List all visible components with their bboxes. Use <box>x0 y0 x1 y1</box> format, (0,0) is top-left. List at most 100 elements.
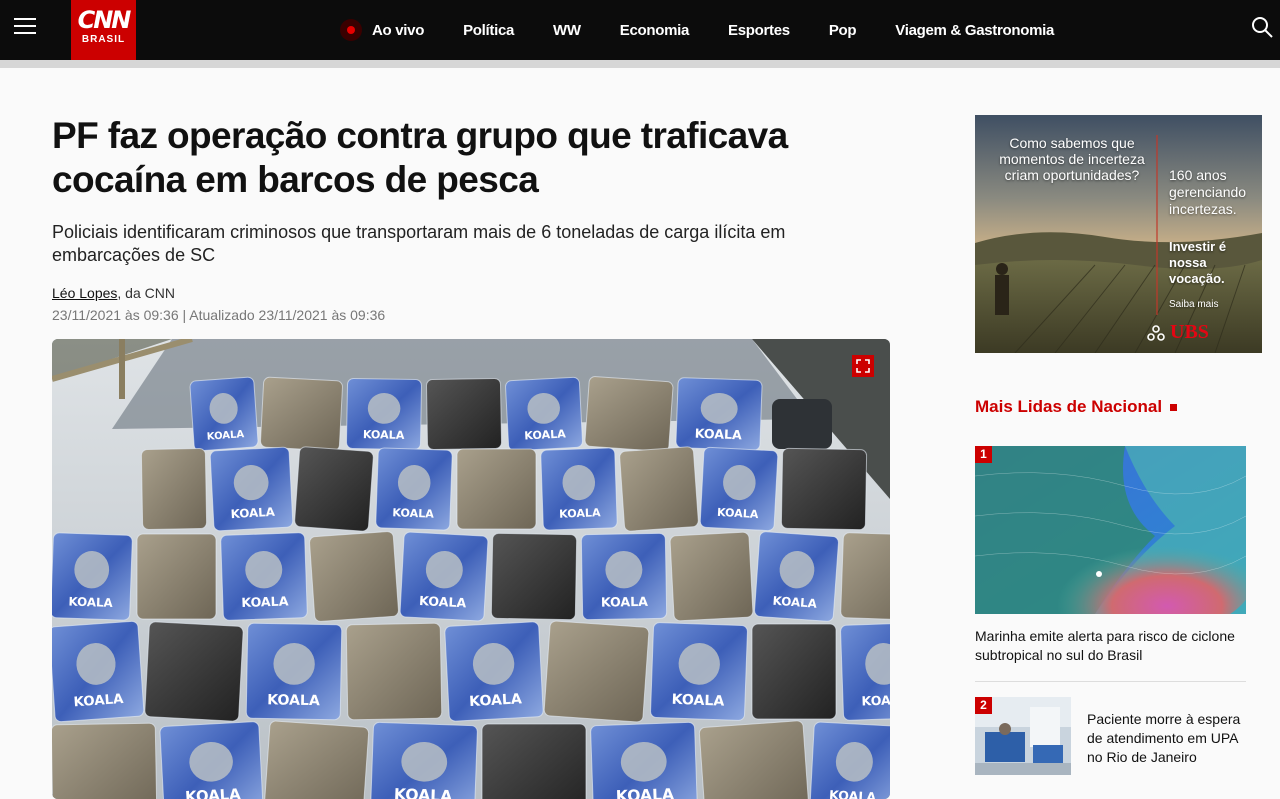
package-label: KOALA <box>601 594 649 610</box>
drug-package: KOALA <box>375 447 453 531</box>
drug-package <box>543 620 650 723</box>
nav-item-viagem-gastronomia[interactable]: Viagem & Gastronomia <box>895 22 1054 39</box>
logo-cnn-text: CNN <box>77 6 132 34</box>
drug-package <box>669 531 754 622</box>
most-read-item-1-title[interactable]: Marinha emite alerta para risco de ciclo… <box>975 627 1255 665</box>
drug-package <box>294 446 374 532</box>
drug-package <box>425 377 503 451</box>
drug-package: KOALA <box>189 376 259 452</box>
drug-package: KOALA <box>505 376 583 452</box>
drug-package: KOALA <box>209 446 294 532</box>
article-dateline: 23/11/2021 às 09:36 | Atualizado 23/11/2… <box>52 307 386 323</box>
drug-package <box>260 376 343 452</box>
expand-fullscreen-icon[interactable] <box>852 355 874 377</box>
article-hero-photo: KOALA KOALA KOALA KOALA KOALA KOALA KOALA KOALA… <box>52 339 890 799</box>
article-headline: PF faz operação contra grupo que trafica… <box>52 115 788 200</box>
drug-package: KOALA <box>675 377 763 451</box>
package-label: KOALA <box>861 692 890 709</box>
drug-package <box>144 621 244 722</box>
drug-packages-layer: KOALA KOALA KOALA KOALA KOALA KOALA KOALA KOALA… <box>52 376 890 799</box>
top-navigation-bar: CNN BRASIL Ao vivo Política WW Economia … <box>0 0 1280 60</box>
ad-slogan: Investir é nossa vocação. <box>1169 239 1227 286</box>
package-label: KOALA <box>524 427 567 442</box>
drug-package <box>456 448 537 530</box>
drug-package: KOALA <box>650 622 748 721</box>
main-nav: Ao vivo Política WW Economia Esportes Po… <box>340 0 1093 60</box>
package-label: KOALA <box>185 785 242 799</box>
drug-package <box>751 623 837 720</box>
most-read-item-2-image[interactable]: 2 <box>975 697 1071 775</box>
live-record-icon <box>340 19 362 41</box>
byline-source: , da CNN <box>117 285 175 301</box>
drug-package: KOALA <box>245 622 343 721</box>
byline: Léo Lopes, da CNN <box>52 285 175 301</box>
nav-item-pop[interactable]: Pop <box>829 22 857 39</box>
logo-brasil-text: BRASIL <box>81 34 126 45</box>
most-read-divider <box>975 681 1246 682</box>
drug-package: KOALA <box>370 721 478 799</box>
package-label: KOALA <box>394 785 453 799</box>
ad-ubs-logo: UBS <box>1170 321 1209 343</box>
drug-package: KOALA <box>345 377 423 451</box>
ubs-keys-icon <box>1147 325 1165 341</box>
nav-item-ao-vivo[interactable]: Ao vivo <box>340 19 424 41</box>
drug-package: KOALA <box>840 622 890 721</box>
package-label: KOALA <box>419 593 467 610</box>
cnn-brasil-logo[interactable]: CNN BRASIL <box>71 0 136 60</box>
package-label: KOALA <box>695 426 743 443</box>
hamburger-menu-icon[interactable] <box>14 18 36 38</box>
nav-label: Ao vivo <box>372 21 425 39</box>
ad-question: Como sabemos que momentos de incerteza c… <box>999 135 1145 183</box>
drug-package <box>140 448 208 530</box>
article-subheadline: Policiais identificaram criminosos que t… <box>52 222 786 265</box>
drug-package <box>840 532 890 621</box>
drug-package <box>263 720 370 799</box>
package-label: KOALA <box>671 692 724 710</box>
drug-package: KOALA <box>699 446 779 532</box>
package-label: KOALA <box>230 505 276 521</box>
package-label: KOALA <box>717 506 760 521</box>
drug-package <box>780 447 868 531</box>
drug-package: KOALA <box>52 620 145 723</box>
weather-map-image <box>975 446 1246 614</box>
drug-package <box>619 446 699 532</box>
drug-package <box>136 533 217 620</box>
drug-package <box>309 531 399 622</box>
package-label: KOALA <box>469 691 523 710</box>
nav-item-politica[interactable]: Política <box>463 22 514 39</box>
nav-item-ww[interactable]: WW <box>553 22 581 39</box>
package-label: KOALA <box>241 593 289 610</box>
drug-package: KOALA <box>590 721 698 799</box>
drug-package: KOALA <box>444 621 544 722</box>
search-icon[interactable] <box>1251 16 1273 38</box>
package-label: KOALA <box>68 594 114 610</box>
drug-package: KOALA <box>754 531 839 622</box>
drug-package <box>481 723 587 799</box>
drug-package: KOALA <box>540 447 618 531</box>
red-square-icon <box>1170 404 1178 412</box>
rank-badge: 2 <box>975 697 992 714</box>
ubs-advertisement[interactable]: Como sabemos que momentos de incerteza c… <box>975 115 1262 353</box>
drug-package: KOALA <box>399 531 489 622</box>
drug-package: KOALA <box>52 532 133 621</box>
most-read-item-2-title[interactable]: Paciente morre à espera de atendimento e… <box>1087 710 1257 767</box>
drug-package: KOALA <box>809 721 890 799</box>
package-label: KOALA <box>392 506 434 520</box>
package-label: KOALA <box>267 692 320 709</box>
author-link[interactable]: Léo Lopes <box>52 285 117 301</box>
header-divider <box>0 60 1280 68</box>
most-read-heading: Mais Lidas de Nacional <box>975 397 1178 417</box>
nav-item-esportes[interactable]: Esportes <box>728 22 790 39</box>
drug-package <box>345 622 443 721</box>
package-label: KOALA <box>363 428 405 442</box>
most-read-item-1-image[interactable]: 1 <box>975 446 1246 614</box>
ad-saiba-mais[interactable]: Saiba mais <box>1169 299 1218 310</box>
rank-badge: 1 <box>975 446 992 463</box>
nav-item-economia[interactable]: Economia <box>620 22 690 39</box>
drug-package <box>52 722 158 799</box>
most-read-title: Mais Lidas de Nacional <box>975 397 1163 416</box>
ad-years: 160 anos gerenciando incertezas. <box>1169 167 1247 217</box>
package-label: KOALA <box>615 785 674 799</box>
package-label: KOALA <box>559 506 601 520</box>
drug-package: KOALA <box>220 532 308 621</box>
